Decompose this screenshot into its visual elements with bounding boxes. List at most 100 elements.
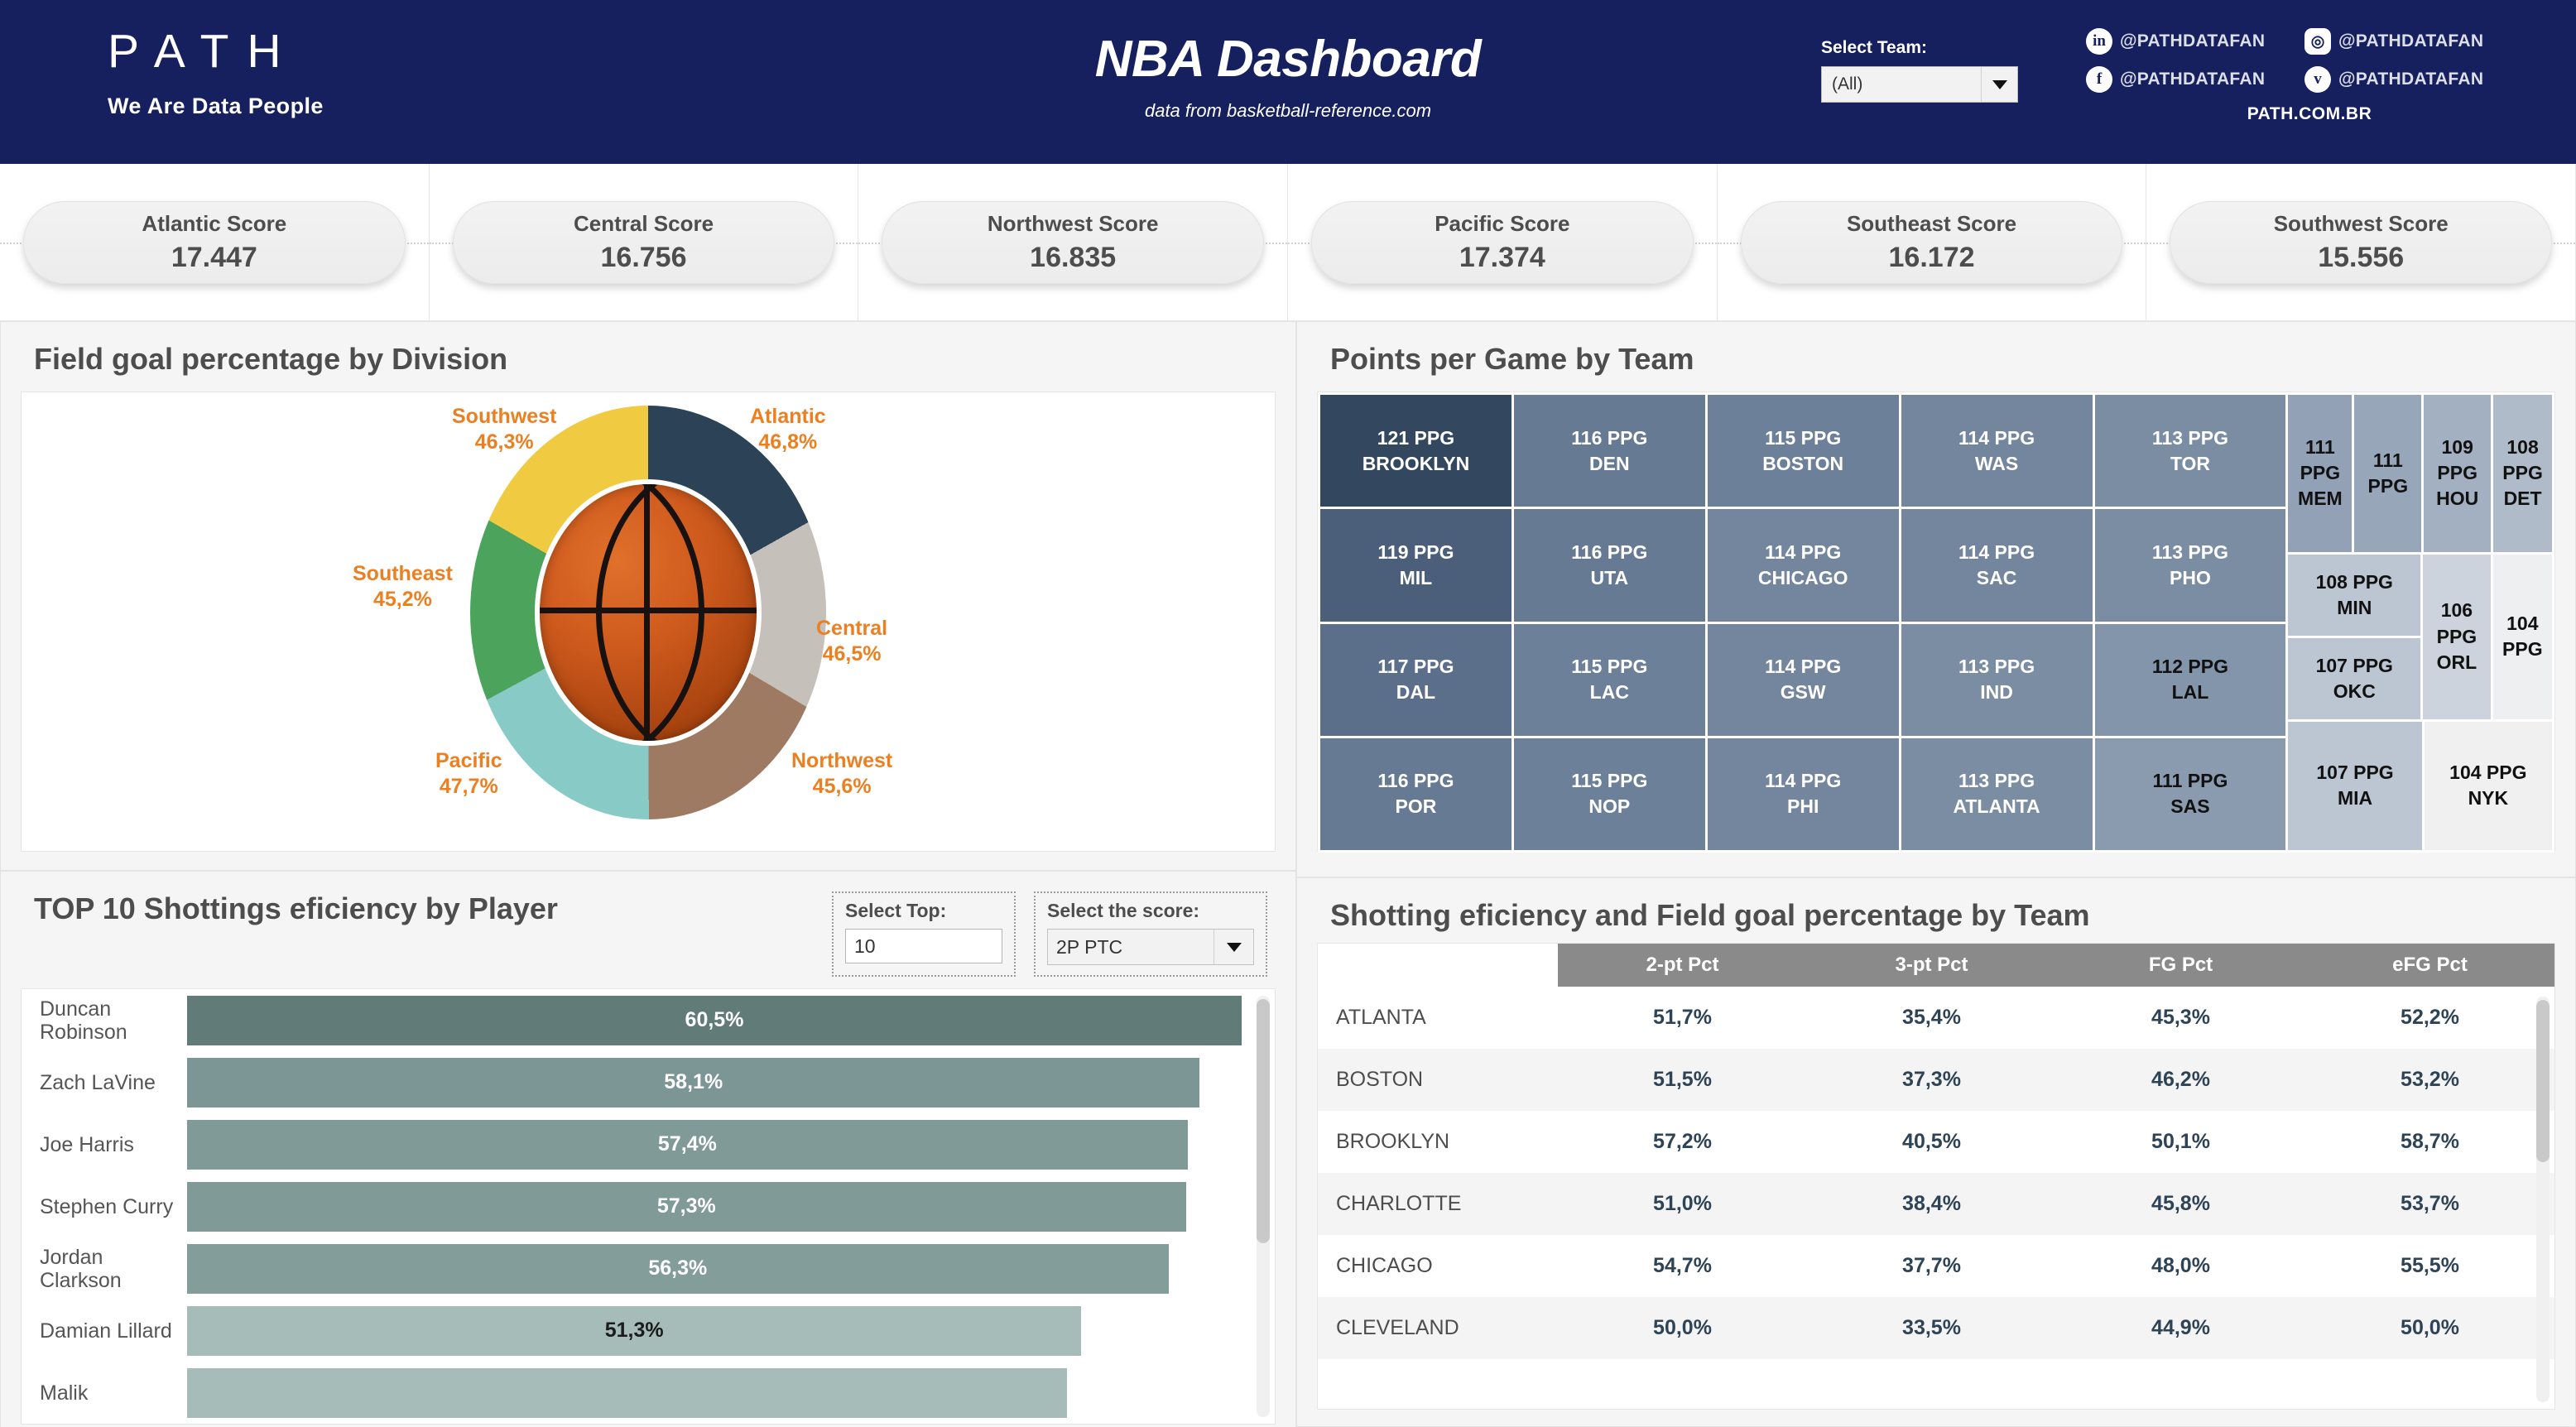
treemap-tile[interactable]: 115 PPG LAC: [1513, 623, 1705, 736]
treemap-tile-value: 108 PPG: [2502, 436, 2543, 484]
panel-top-shooting-efficiency: TOP 10 Shottings eficiency by Player Sel…: [0, 871, 1296, 1427]
division-donut-chart: Atlantic 46,8% Central 46,5% Northwest 45,6…: [22, 392, 1275, 853]
table-row[interactable]: BOSTON 51,5% 37,3% 46,2% 53,2%: [1318, 1049, 2554, 1111]
treemap-group: 107 PPG MIA 104 PPG NYK: [2288, 721, 2552, 850]
social-link-facebook[interactable]: f @PATHDATAFAN: [2086, 66, 2304, 93]
treemap-tile[interactable]: 108 PPG MIN: [2288, 554, 2421, 636]
treemap-tile[interactable]: 111 PPG SAS: [2094, 738, 2286, 850]
treemap-tile[interactable]: 111 PPG: [2354, 395, 2422, 552]
treemap-tile[interactable]: 109 PPG HOU: [2424, 395, 2492, 552]
treemap-tile[interactable]: 115 PPG NOP: [1513, 738, 1705, 850]
treemap-tile[interactable]: 113 PPG IND: [1901, 623, 2093, 736]
treemap-tile[interactable]: 112 PPG LAL: [2094, 623, 2286, 736]
select-score-dropdown[interactable]: 2P PTC: [1047, 929, 1254, 965]
treemap-tile[interactable]: 114 PPG GSW: [1707, 623, 1899, 736]
treemap-tile-value: 113 PPG: [1958, 770, 2035, 792]
kpi-title: Northwest Score: [987, 210, 1159, 236]
kpi-pill[interactable]: Northwest Score 16.835: [882, 200, 1265, 284]
table-cell-value: 45,3%: [2151, 1006, 2210, 1029]
bar-fill[interactable]: 51,3%: [187, 1305, 1082, 1356]
treemap-tile-team: MIL: [1399, 566, 1433, 589]
treemap-tile-team: NYK: [2468, 787, 2509, 810]
table-column-header[interactable]: 2-pt Pct: [1558, 944, 1807, 987]
table-column-header[interactable]: FG Pct: [2056, 944, 2305, 987]
kpi-card: Central Score 16.756: [429, 164, 859, 321]
treemap-tile[interactable]: 114 PPG PHI: [1707, 738, 1899, 850]
kpi-pill[interactable]: Pacific Score 17.374: [1311, 200, 1694, 284]
treemap-tile-team: DAL: [1396, 681, 1436, 704]
treemap-tile[interactable]: 116 PPG DEN: [1513, 395, 1705, 507]
bar-fill[interactable]: [187, 1367, 1068, 1418]
kpi-pill[interactable]: Atlantic Score 17.447: [23, 200, 406, 284]
table-cell-value: 40,5%: [1902, 1130, 1961, 1153]
treemap-tile-team: CHICAGO: [1757, 566, 1848, 589]
treemap-tile[interactable]: 116 PPG UTA: [1513, 509, 1705, 622]
table-row[interactable]: BROOKLYN 57,2% 40,5% 50,1% 58,7%: [1318, 1111, 2554, 1173]
treemap-tile[interactable]: 116 PPG POR: [1320, 738, 1511, 850]
treemap-tile[interactable]: 115 PPG BOSTON: [1707, 395, 1899, 507]
table-row[interactable]: ATLANTA 51,7% 35,4% 45,3% 52,2%: [1318, 987, 2554, 1049]
table-column-header[interactable]: eFG Pct: [2305, 944, 2554, 987]
table-cell-value: 54,7%: [1653, 1254, 1712, 1277]
table-scrollbar[interactable]: [2536, 997, 2550, 1402]
table-cell-team: CLEVELAND: [1318, 1297, 1558, 1359]
bar-fill[interactable]: 60,5%: [187, 995, 1242, 1045]
table-row[interactable]: CHARLOTTE 51,0% 38,4% 45,8% 53,7%: [1318, 1173, 2554, 1235]
treemap-tile-team: LAL: [2171, 681, 2209, 704]
panel-field-goal-by-division: Field goal percentage by Division Atlant…: [0, 321, 1296, 871]
bar-fill[interactable]: 57,3%: [187, 1181, 1186, 1232]
kpi-pill[interactable]: Southeast Score 16.172: [1740, 200, 2123, 284]
kpi-pill[interactable]: Central Score 16.756: [452, 200, 835, 284]
bar-row: Damian Lillard 51,3%: [22, 1300, 1275, 1362]
treemap-tile[interactable]: 107 PPG OKC: [2288, 637, 2421, 719]
table-column-header[interactable]: 3-pt Pct: [1807, 944, 2056, 987]
treemap-tile-value: 116 PPG: [1571, 541, 1648, 563]
app-header: PATH We Are Data People NBA Dashboard da…: [0, 0, 2576, 164]
chevron-down-icon[interactable]: [1981, 67, 2017, 102]
treemap-tile-value: 116 PPG: [1571, 426, 1648, 449]
bar-row: Malik: [22, 1362, 1275, 1424]
treemap-tile[interactable]: 117 PPG DAL: [1320, 623, 1511, 736]
treemap-tile[interactable]: 114 PPG SAC: [1901, 509, 2093, 622]
bar-row: Joe Harris 57,4%: [22, 1113, 1275, 1175]
treemap-tile[interactable]: 104 PPG NYK: [2424, 721, 2552, 850]
kpi-pill[interactable]: Southwest Score 15.556: [2170, 200, 2553, 284]
dashboard-body: Field goal percentage by Division Atlant…: [0, 321, 2576, 1427]
treemap-column: 113 PPG TOR 113 PPG PHO 112 PPG LAL 111 PPG SAS: [2094, 395, 2286, 850]
bar-fill[interactable]: 56,3%: [187, 1243, 1169, 1294]
treemap-tile[interactable]: 114 PPG CHICAGO: [1707, 509, 1899, 622]
social-link-twitter[interactable]: ᴠ @PATHDATAFAN: [2304, 66, 2523, 93]
treemap-tile[interactable]: 113 PPG ATLANTA: [1901, 738, 2093, 850]
treemap-tile-team: MEM: [2298, 488, 2343, 510]
treemap-tile[interactable]: 113 PPG TOR: [2094, 395, 2286, 507]
table-row[interactable]: CHICAGO 54,7% 37,7% 48,0% 55,5%: [1318, 1235, 2554, 1297]
social-link-instagram[interactable]: ◎ @PATHDATAFAN: [2304, 28, 2523, 55]
social-link-linkedin[interactable]: in @PATHDATAFAN: [2086, 28, 2304, 55]
treemap-tile[interactable]: 121 PPG BROOKLYN: [1320, 395, 1511, 507]
table-cell-value: 51,0%: [1558, 1173, 1807, 1235]
treemap-tile[interactable]: 104 PPG: [2492, 554, 2552, 719]
chevron-down-icon[interactable]: [1214, 930, 1253, 964]
treemap-tile[interactable]: 113 PPG PHO: [2094, 509, 2286, 622]
treemap-tile[interactable]: 107 PPG MIA: [2288, 721, 2422, 850]
treemap-tile[interactable]: 119 PPG MIL: [1320, 509, 1511, 622]
donut-ring[interactable]: [470, 406, 826, 819]
bar-fill[interactable]: 57,4%: [187, 1119, 1188, 1170]
treemap-tile-value: 116 PPG: [1377, 770, 1454, 792]
table-column-header[interactable]: [1318, 944, 1558, 987]
website-url[interactable]: PATH.COM.BR: [2086, 104, 2533, 124]
treemap-tile[interactable]: 106 PPG ORL: [2423, 554, 2491, 719]
table-row[interactable]: CLEVELAND 50,0% 33,5% 44,9% 50,0%: [1318, 1297, 2554, 1359]
bar-category-label: Malik: [40, 1381, 89, 1405]
select-team-dropdown[interactable]: (All): [1821, 66, 2018, 103]
bar-chart-scrollbar[interactable]: [1257, 996, 1270, 1417]
treemap-tile[interactable]: 114 PPG WAS: [1901, 395, 2093, 507]
treemap-tile-team: MIN: [2337, 596, 2372, 618]
select-team-label: Select Team:: [1821, 38, 1927, 57]
bar-fill[interactable]: 58,1%: [187, 1057, 1200, 1107]
select-top-input[interactable]: 10: [845, 929, 1002, 963]
bar-track: 51,3%: [187, 1300, 1275, 1362]
treemap-tile[interactable]: 111 PPG MEM: [2288, 395, 2353, 552]
treemap-tile[interactable]: 108 PPG DET: [2493, 395, 2552, 552]
bar-track: [187, 1362, 1275, 1424]
